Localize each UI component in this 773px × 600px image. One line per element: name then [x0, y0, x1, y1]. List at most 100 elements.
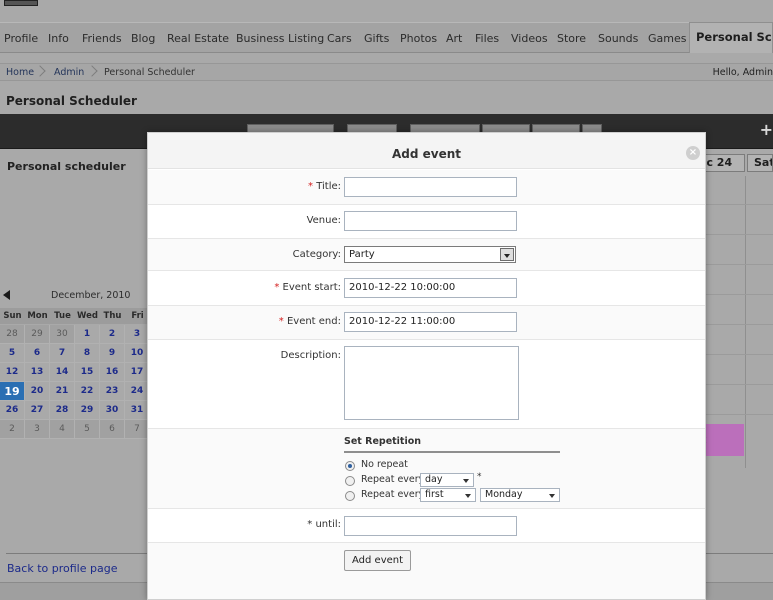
repeat-period-select[interactable]: day: [420, 473, 474, 487]
calendar-day[interactable]: 2: [0, 420, 25, 439]
event-start-row: * Event start: 2010-12-22 10:00:00: [148, 271, 705, 306]
calendar-day[interactable]: 12: [0, 363, 25, 382]
event-start-input[interactable]: 2010-12-22 10:00:00: [344, 278, 517, 298]
required-mark: *: [278, 316, 284, 327]
calendar-day[interactable]: 23: [100, 382, 125, 401]
repeat-weekday-select[interactable]: Monday: [480, 488, 560, 502]
breadcrumb-admin[interactable]: Admin: [54, 67, 84, 78]
breadcrumb-home[interactable]: Home: [6, 67, 34, 78]
until-label: * until:: [307, 519, 341, 530]
repeat-period-value: day: [425, 474, 443, 485]
required-mark: *: [274, 282, 280, 293]
calendar-day[interactable]: 2: [100, 325, 125, 344]
calendar-day[interactable]: 22: [75, 382, 100, 401]
tab-art[interactable]: Art: [446, 32, 462, 45]
calendar-day[interactable]: 14: [50, 363, 75, 382]
tab-real-estate[interactable]: Real Estate: [167, 32, 229, 45]
calendar-day[interactable]: 30: [100, 401, 125, 420]
back-to-profile-link[interactable]: Back to profile page: [7, 562, 117, 575]
repetition-divider: [344, 451, 560, 453]
tab-profile[interactable]: Profile: [4, 32, 38, 45]
chevron-down-icon[interactable]: [500, 248, 514, 261]
calendar-day[interactable]: 8: [75, 344, 100, 363]
title-label-text: Title:: [316, 181, 341, 192]
calendar-day[interactable]: 6: [100, 420, 125, 439]
event-start-label: * Event start:: [274, 282, 341, 293]
tab-info[interactable]: Info: [48, 32, 69, 45]
calendar-day[interactable]: 3: [25, 420, 50, 439]
top-strip: [0, 0, 773, 22]
calendar-week: 19 20 21 22 23 24: [0, 382, 150, 401]
calendar-week: 26 27 28 29 30 31: [0, 401, 150, 420]
tab-gifts[interactable]: Gifts: [364, 32, 389, 45]
tab-store[interactable]: Store: [557, 32, 586, 45]
tab-files[interactable]: Files: [475, 32, 499, 45]
add-event-button[interactable]: Add event: [344, 550, 412, 571]
calendar-day[interactable]: 4: [50, 420, 75, 439]
title-input[interactable]: [344, 177, 517, 197]
weekday-header: Sun Mon Tue Wed Thu Fri: [0, 308, 150, 324]
tab-blog[interactable]: Blog: [131, 32, 155, 45]
description-label: Description:: [280, 350, 341, 361]
tab-cars[interactable]: Cars: [327, 32, 352, 45]
calendar-day-today[interactable]: 19: [0, 382, 25, 401]
no-repeat-label: No repeat: [361, 459, 408, 470]
calendar-day[interactable]: 30: [50, 325, 75, 344]
event-end-input[interactable]: 2010-12-22 11:00:00: [344, 312, 517, 332]
tab-business-listing[interactable]: Business Listing: [236, 32, 324, 45]
calendar-day[interactable]: 7: [50, 344, 75, 363]
tab-videos[interactable]: Videos: [511, 32, 548, 45]
calendar-day[interactable]: 1: [75, 325, 100, 344]
repeat-weekday-value: Monday: [485, 489, 523, 500]
repetition-title: Set Repetition: [344, 436, 422, 447]
close-icon[interactable]: ×: [686, 146, 700, 160]
chevron-down-icon: [463, 479, 469, 483]
calendar-day[interactable]: 9: [100, 344, 125, 363]
calendar-day[interactable]: 5: [0, 344, 25, 363]
tab-personal-scheduler[interactable]: Personal Scheduler: [689, 22, 773, 53]
chevron-down-icon: [549, 494, 555, 498]
repeat-ordinal-select[interactable]: first: [420, 488, 476, 502]
add-icon[interactable]: +: [760, 120, 773, 139]
repeat-every-period-radio[interactable]: [345, 476, 355, 486]
calendar-day[interactable]: 13: [25, 363, 50, 382]
description-row: Description:: [148, 340, 705, 429]
venue-input[interactable]: [344, 211, 517, 231]
calendar-day[interactable]: 5: [75, 420, 100, 439]
prev-month-icon[interactable]: [3, 290, 10, 300]
category-select[interactable]: Party: [344, 246, 516, 263]
calendar-day[interactable]: 28: [50, 401, 75, 420]
tab-photos[interactable]: Photos: [400, 32, 437, 45]
calendar-day[interactable]: 27: [25, 401, 50, 420]
venue-row: Venue:: [148, 205, 705, 239]
scheduler-title: Personal scheduler: [7, 160, 126, 173]
until-label-text: until:: [315, 519, 341, 530]
tab-sounds[interactable]: Sounds: [598, 32, 638, 45]
tab-friends[interactable]: Friends: [82, 32, 122, 45]
until-input[interactable]: [344, 516, 517, 536]
description-textarea[interactable]: [344, 346, 519, 420]
calendar-day[interactable]: 29: [75, 401, 100, 420]
calendar-day[interactable]: 21: [50, 382, 75, 401]
weekday-label: Wed: [77, 311, 98, 321]
repeat-every-weekday-radio[interactable]: [345, 491, 355, 501]
calendar-day[interactable]: 28: [0, 325, 25, 344]
calendar-day[interactable]: 15: [75, 363, 100, 382]
repetition-row: Set Repetition No repeat Repeat every da…: [148, 429, 705, 509]
tab-games[interactable]: Games: [648, 32, 686, 45]
required-mark: *: [307, 519, 313, 530]
calendar-day[interactable]: 6: [25, 344, 50, 363]
title-label: * Title:: [308, 181, 341, 192]
calendar-day[interactable]: 20: [25, 382, 50, 401]
site-logo[interactable]: [4, 0, 38, 6]
repeat-ordinal-value: first: [425, 489, 444, 500]
breadcrumb-current: Personal Scheduler: [104, 67, 195, 78]
breadcrumb-separator: [36, 64, 44, 80]
weekday-label: Tue: [54, 311, 71, 321]
calendar-day[interactable]: 26: [0, 401, 25, 420]
weekday-label: Sun: [3, 311, 22, 321]
calendar-day[interactable]: 29: [25, 325, 50, 344]
calendar-day[interactable]: 16: [100, 363, 125, 382]
category-row: Category: Party: [148, 239, 705, 271]
no-repeat-radio[interactable]: [345, 461, 355, 471]
